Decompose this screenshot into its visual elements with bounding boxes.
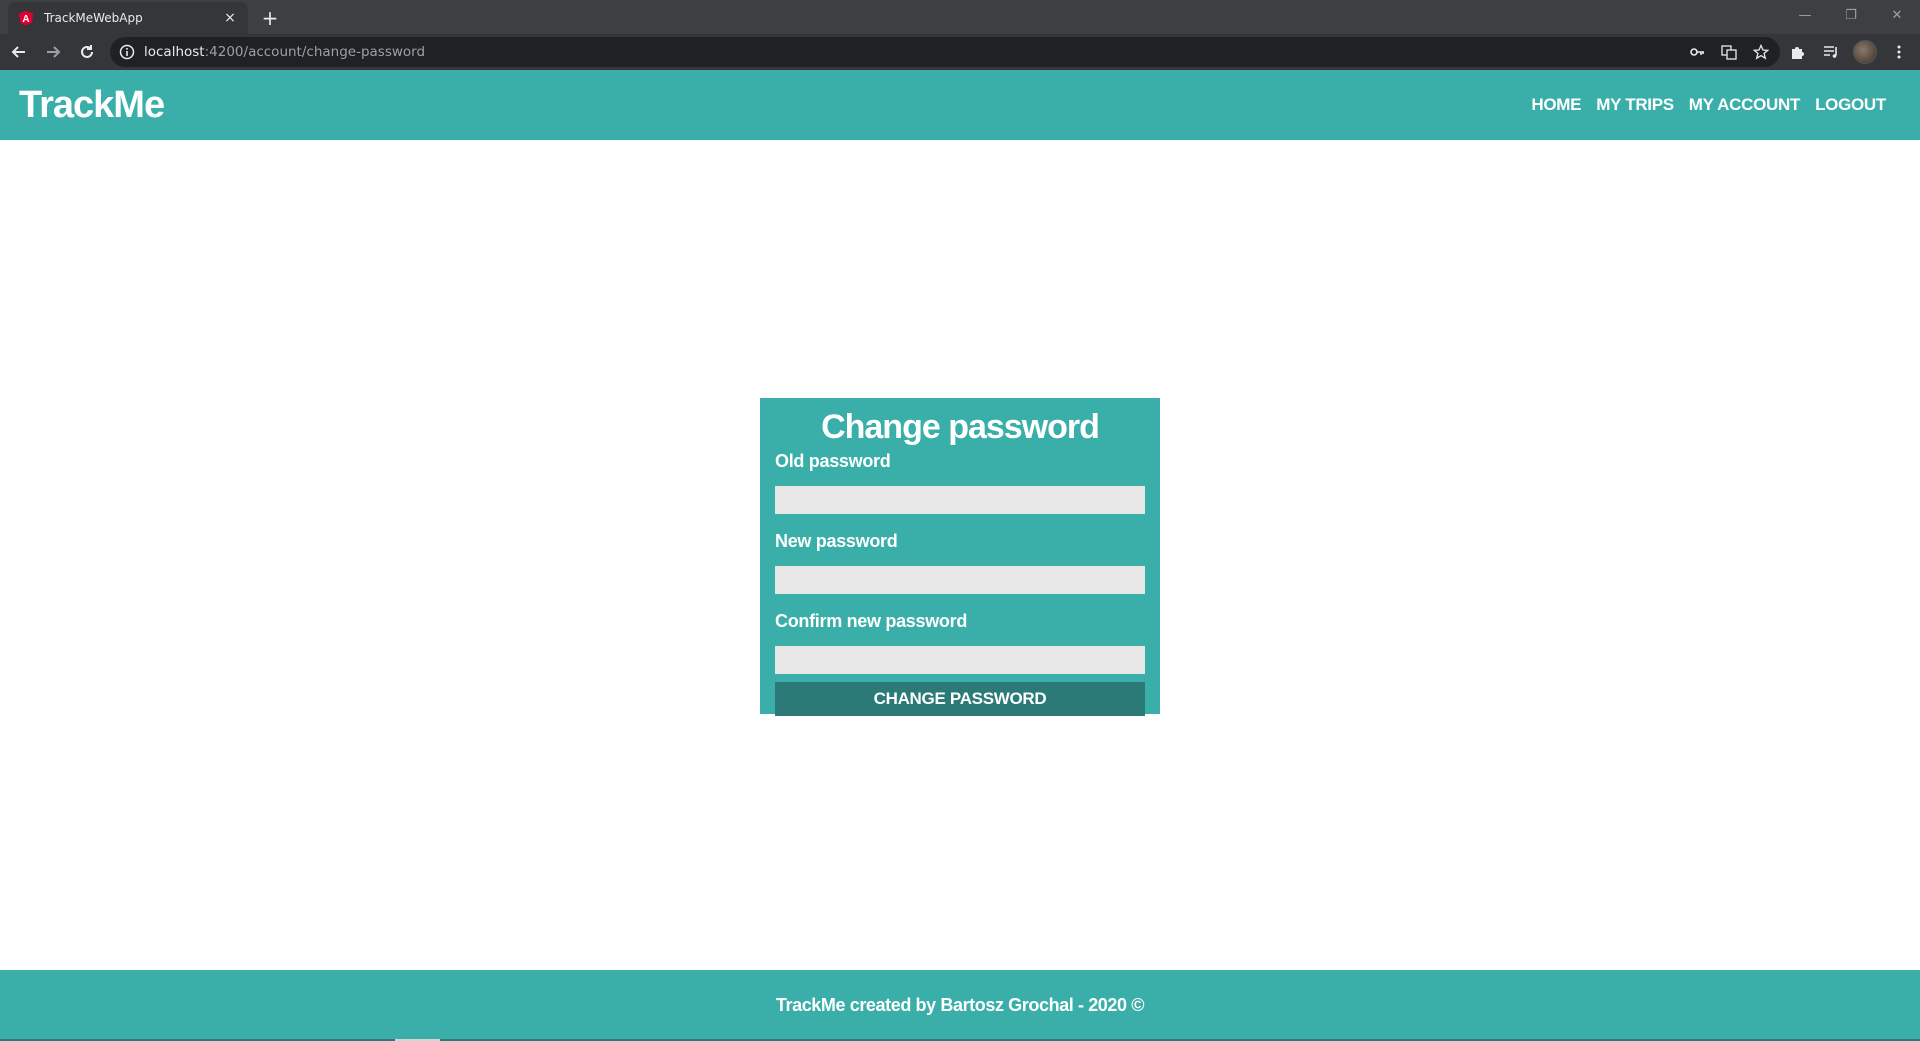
address-bar[interactable]: localhost:4200/account/change-password bbox=[110, 37, 1780, 67]
new-password-input[interactable] bbox=[775, 566, 1145, 594]
back-icon bbox=[11, 46, 25, 58]
media-icon[interactable] bbox=[1818, 39, 1844, 65]
nav-logout[interactable]: LOGOUT bbox=[1815, 95, 1886, 115]
page-title: Change password bbox=[821, 408, 1100, 446]
confirm-password-label: Confirm new password bbox=[775, 611, 968, 631]
toolbar-actions bbox=[1784, 37, 1912, 67]
main-nav: HOME MY TRIPS MY ACCOUNT LOGOUT bbox=[1531, 70, 1886, 140]
star-icon[interactable] bbox=[1752, 43, 1770, 61]
reload-button[interactable] bbox=[72, 37, 102, 67]
footer-text: TrackMe created by Bartosz Grochal - 202… bbox=[775, 995, 1145, 1015]
restore-button[interactable]: ❐ bbox=[1828, 0, 1874, 30]
profile-avatar[interactable] bbox=[1852, 39, 1878, 65]
translate-icon[interactable] bbox=[1720, 43, 1738, 61]
url-text[interactable]: localhost:4200/account/change-password bbox=[144, 44, 425, 60]
app-header: TrackMe HOME MY TRIPS MY ACCOUNT LOGOUT bbox=[0, 70, 1920, 140]
change-password-form: Change password Old password New passwor… bbox=[760, 398, 1160, 716]
forward-button[interactable] bbox=[38, 37, 68, 67]
back-button[interactable] bbox=[4, 37, 34, 67]
omnibox-actions bbox=[1688, 37, 1770, 67]
forward-icon bbox=[47, 46, 61, 58]
nav-my-trips[interactable]: MY TRIPS bbox=[1596, 95, 1674, 115]
minimize-button[interactable]: — bbox=[1782, 0, 1828, 30]
nav-my-account[interactable]: MY ACCOUNT bbox=[1689, 95, 1801, 115]
new-password-label: New password bbox=[775, 531, 898, 551]
tab-close-icon[interactable]: × bbox=[222, 10, 238, 26]
svg-text:A: A bbox=[22, 14, 29, 25]
brand-logo[interactable]: TrackMe bbox=[19, 82, 165, 128]
info-icon[interactable] bbox=[118, 43, 136, 61]
browser-toolbar: localhost:4200/account/change-password bbox=[0, 34, 1920, 70]
new-tab-button[interactable]: + bbox=[258, 6, 282, 30]
confirm-password-input[interactable] bbox=[775, 646, 1145, 674]
avatar bbox=[1853, 40, 1877, 64]
app-footer: TrackMe created by Bartosz Grochal - 202… bbox=[0, 970, 1920, 1041]
change-password-button[interactable]: CHANGE PASSWORD bbox=[775, 682, 1145, 716]
old-password-label: Old password bbox=[775, 451, 891, 471]
extensions-icon[interactable] bbox=[1784, 39, 1810, 65]
window-controls: — ❐ ✕ bbox=[1782, 0, 1920, 30]
menu-icon[interactable] bbox=[1886, 39, 1912, 65]
browser-tab-strip: A TrackMeWebApp × + — ❐ ✕ bbox=[0, 0, 1920, 34]
key-icon[interactable] bbox=[1688, 43, 1706, 61]
angular-favicon-icon: A bbox=[18, 10, 34, 26]
url-path: :4200/account/change-password bbox=[204, 44, 426, 60]
url-host: localhost bbox=[144, 44, 205, 60]
tab-title: TrackMeWebApp bbox=[44, 11, 143, 25]
reload-icon bbox=[81, 45, 93, 58]
old-password-input[interactable] bbox=[775, 486, 1145, 514]
close-window-button[interactable]: ✕ bbox=[1874, 0, 1920, 30]
nav-home[interactable]: HOME bbox=[1531, 95, 1581, 115]
browser-tab[interactable]: A TrackMeWebApp × bbox=[8, 2, 248, 34]
